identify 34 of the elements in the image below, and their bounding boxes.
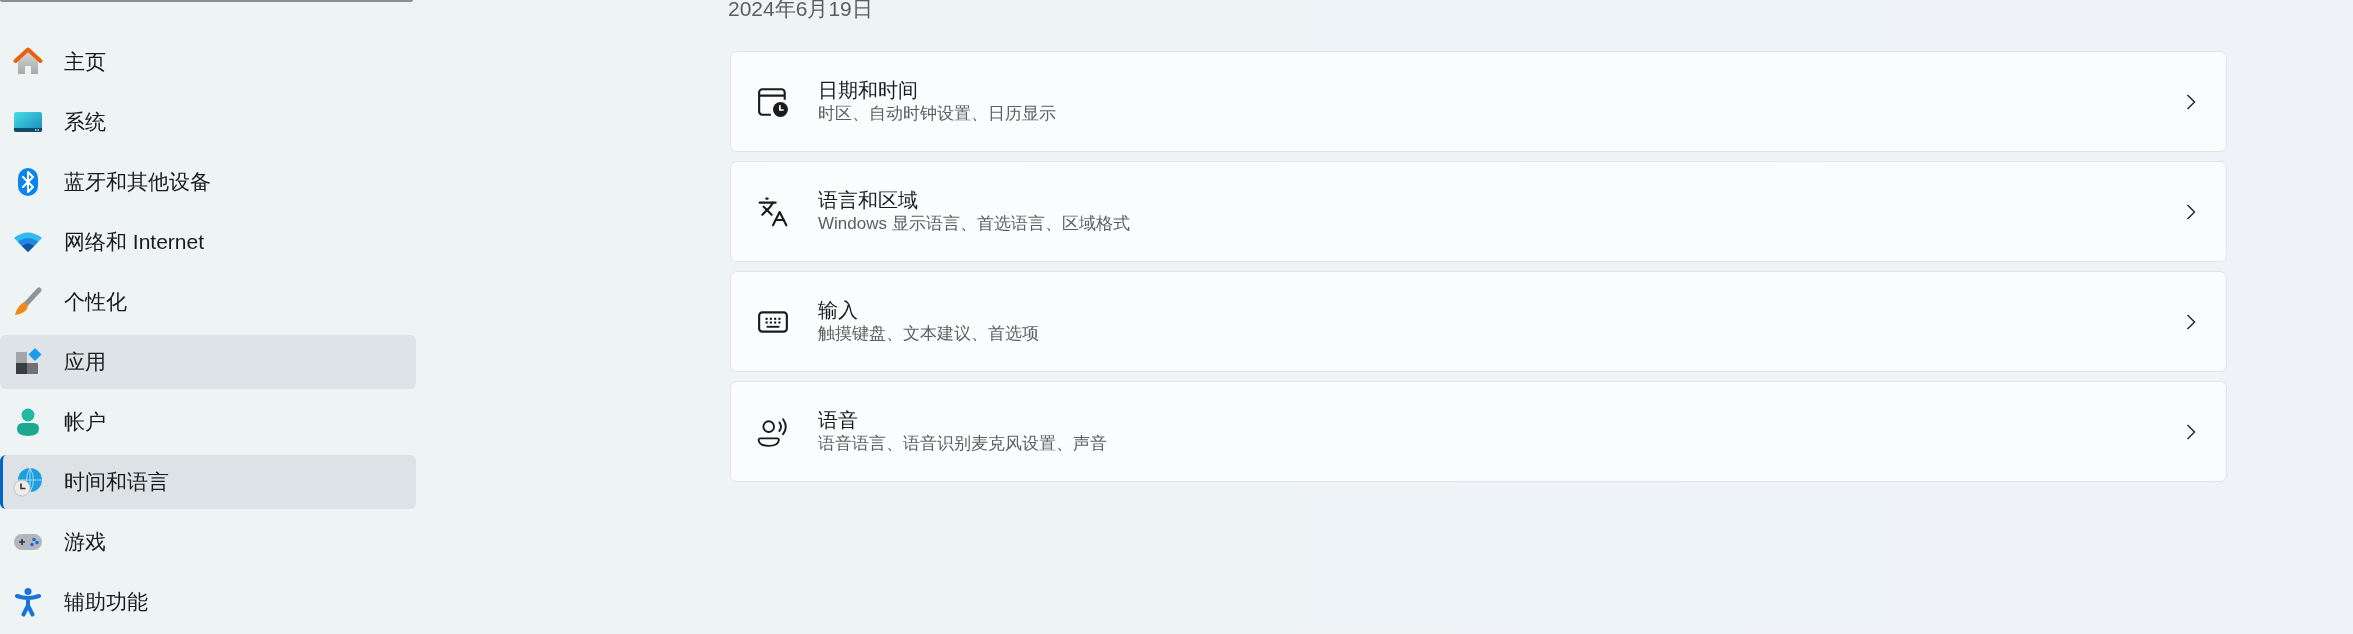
- sidebar-item[interactable]: 帐户: [0, 395, 416, 449]
- paintbrush-icon: [13, 287, 43, 317]
- apps-icon: [13, 347, 43, 377]
- speaking-person-icon: [757, 415, 789, 448]
- card-title: 语言和区域: [818, 188, 918, 213]
- sidebar-item[interactable]: 蓝牙和其他设备: [0, 155, 416, 209]
- card-description: 语音语言、语音识别麦克风设置、声音: [818, 433, 1107, 455]
- settings-card[interactable]: 语音 语音语言、语音识别麦克风设置、声音: [730, 381, 2227, 482]
- sidebar-item[interactable]: 辅助功能: [0, 575, 416, 629]
- chevron-right-icon: [2186, 313, 2196, 330]
- card-title: 输入: [818, 298, 858, 323]
- settings-card[interactable]: 语言和区域 Windows 显示语言、首选语言、区域格式: [730, 161, 2227, 262]
- settings-card[interactable]: 日期和时间 时区、自动时钟设置、日历显示: [730, 51, 2227, 152]
- sidebar-item[interactable]: 应用: [0, 335, 416, 389]
- card-title: 语音: [818, 408, 858, 433]
- card-description: 时区、自动时钟设置、日历显示: [818, 103, 1056, 125]
- chevron-right-icon: [2186, 203, 2196, 220]
- settings-card[interactable]: 输入 触摸键盘、文本建议、首选项: [730, 271, 2227, 372]
- sidebar-item[interactable]: 系统: [0, 95, 416, 149]
- chevron-right-icon: [2186, 93, 2196, 110]
- sidebar-item[interactable]: 时间和语言: [0, 455, 416, 509]
- globe-clock-icon: [13, 467, 43, 497]
- card-description: 触摸键盘、文本建议、首选项: [818, 323, 1039, 345]
- chevron-right-icon: [2186, 423, 2196, 440]
- home-icon: [13, 47, 43, 77]
- sidebar-item[interactable]: 个性化: [0, 275, 416, 329]
- sidebar-item[interactable]: 网络和 Internet: [0, 215, 416, 269]
- card-description: Windows 显示语言、首选语言、区域格式: [818, 213, 1130, 235]
- sidebar-item[interactable]: 游戏: [0, 515, 416, 569]
- accessibility-icon: [13, 587, 43, 617]
- sidebar-item[interactable]: 主页: [0, 35, 416, 89]
- translate-icon: [757, 195, 789, 228]
- calendar-clock-icon: [757, 85, 789, 118]
- card-title: 日期和时间: [818, 78, 918, 103]
